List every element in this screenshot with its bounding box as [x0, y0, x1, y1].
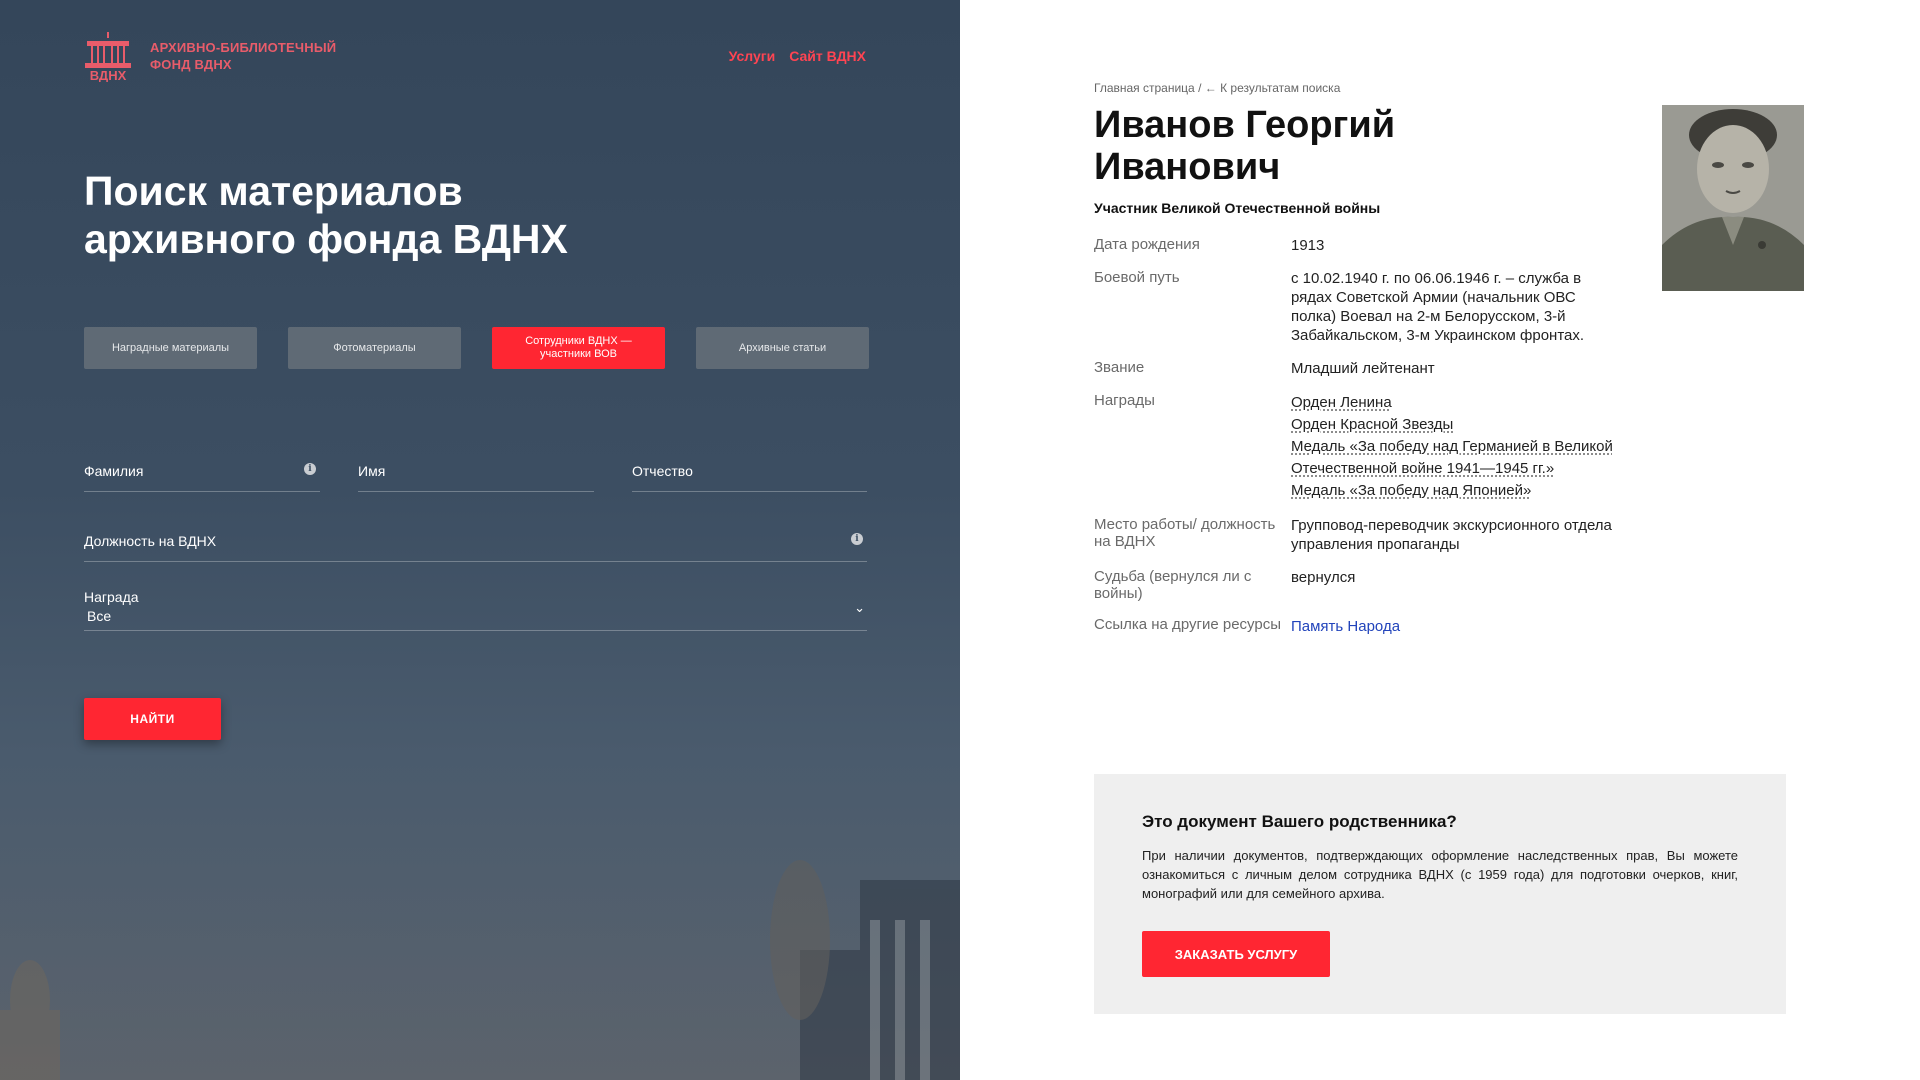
info-value: 1913 — [1291, 237, 1325, 254]
info-key: Награды — [1094, 392, 1155, 409]
info-row-service: Боевой путь с 10.02.1940 г. по 06.06.194… — [1094, 269, 1614, 345]
nav-link-services[interactable]: Услуги — [729, 48, 776, 64]
tab-war-veterans[interactable]: Сотрудники ВДНХ — участники ВОВ — [492, 327, 665, 369]
person-photo — [1662, 105, 1804, 291]
person-detail-panel: Главная страница / ← К результатам поиск… — [960, 0, 1920, 1080]
info-key: Боевой путь — [1094, 269, 1180, 286]
award-label: Награда — [84, 589, 139, 605]
patronymic-label: Отчество — [632, 463, 693, 479]
find-button[interactable]: НАЙТИ — [84, 698, 221, 740]
info-value: Память Народа — [1291, 616, 1614, 638]
awards-list: Орден Ленина Орден Красной Звезды Медаль… — [1291, 392, 1614, 502]
name-field[interactable]: Имя — [358, 455, 594, 492]
card-title: Это документ Вашего родственника? — [1142, 812, 1457, 831]
info-row-links: Ссылка на другие ресурсы Память Народа — [1094, 616, 1614, 638]
relative-request-card: Это документ Вашего родственника? При на… — [1094, 774, 1786, 1014]
page-title: Поиск материалов архивного фонда ВДНХ — [84, 168, 568, 262]
top-nav: Услуги Сайт ВДНХ — [729, 48, 866, 64]
award-link[interactable]: Медаль «За победу над Японией» — [1291, 480, 1614, 502]
info-icon[interactable]: i — [851, 533, 863, 545]
category-tabs: Наградные материалы Фотоматериалы Сотруд… — [84, 327, 869, 369]
info-key: Место работы/ должность на ВДНХ — [1094, 516, 1276, 550]
nav-link-vdnh-site[interactable]: Сайт ВДНХ — [789, 48, 866, 64]
info-row-fate: Судьба (вернулся ли с войны) вернулся — [1094, 568, 1614, 602]
logo-title: АРХИВНО-БИБЛИОТЕЧНЫЙ ФОНД ВДНХ — [150, 40, 337, 72]
surname-field[interactable]: Фамилия i — [84, 455, 320, 492]
info-key: Звание — [1094, 359, 1145, 376]
card-text: При наличии документов, подтверждающих о… — [1142, 848, 1738, 901]
award-link[interactable]: Орден Ленина — [1291, 392, 1614, 414]
info-row-awards: Награды Орден Ленина Орден Красной Звезд… — [1094, 392, 1614, 502]
info-value: Младший лейтенант — [1291, 360, 1435, 377]
tab-archive-articles[interactable]: Архивные статьи — [696, 327, 869, 369]
patronymic-field[interactable]: Отчество — [632, 455, 867, 492]
award-selected-value: Все — [87, 608, 112, 624]
info-key: Дата рождения — [1094, 236, 1200, 253]
award-link[interactable]: Орден Красной Звезды — [1291, 414, 1614, 436]
name-label: Имя — [358, 463, 386, 479]
award-select[interactable]: Награда Все ⌄ — [84, 583, 867, 631]
tab-photo-materials[interactable]: Фотоматериалы — [288, 327, 461, 369]
search-panel: ВДНХ АРХИВНО-БИБЛИОТЕЧНЫЙ ФОНД ВДНХ Услу… — [0, 0, 960, 1080]
breadcrumb-separator: / — [1198, 81, 1205, 95]
info-row-rank: Звание Младший лейтенант — [1094, 359, 1614, 378]
position-field[interactable]: Должность на ВДНХ i — [84, 525, 867, 562]
info-key: Судьба (вернулся ли с войны) — [1094, 568, 1252, 602]
site-logo[interactable]: ВДНХ АРХИВНО-БИБЛИОТЕЧНЫЙ ФОНД ВДНХ — [84, 30, 336, 82]
info-value: вернулся — [1291, 569, 1356, 586]
person-info: Дата рождения 1913 Боевой путь с 10.02.1… — [1094, 236, 1614, 652]
svg-text:ВДНХ: ВДНХ — [90, 68, 127, 82]
breadcrumb: Главная страница / ← К результатам поиск… — [1094, 81, 1340, 95]
pavilion-silhouette-image — [0, 760, 960, 1080]
info-key: Ссылка на другие ресурсы — [1094, 616, 1281, 633]
award-link[interactable]: Медаль «За победу над Германией в Велико… — [1291, 436, 1614, 480]
chevron-down-icon[interactable]: ⌄ — [854, 600, 865, 616]
info-row-birth: Дата рождения 1913 — [1094, 236, 1614, 255]
position-label: Должность на ВДНХ — [84, 533, 217, 549]
tab-award-materials[interactable]: Наградные материалы — [84, 327, 257, 369]
order-service-button[interactable]: ЗАКАЗАТЬ УСЛУГУ — [1142, 931, 1330, 977]
person-name: Иванов Георгий Иванович — [1094, 104, 1396, 188]
portrait-image — [1662, 105, 1804, 291]
info-value: Групповод-переводчик экскурсионного отде… — [1291, 517, 1612, 553]
breadcrumb-home-link[interactable]: Главная страница — [1094, 81, 1195, 95]
surname-label: Фамилия — [84, 463, 144, 479]
breadcrumb-back-link[interactable]: ← К результатам поиска — [1205, 81, 1341, 95]
memory-of-people-link[interactable]: Память Народа — [1291, 616, 1614, 638]
vdnh-logo-icon: ВДНХ — [85, 32, 131, 82]
person-subtitle: Участник Великой Отечественной войны — [1094, 200, 1381, 216]
info-icon[interactable]: i — [304, 463, 316, 475]
info-value: с 10.02.1940 г. по 06.06.1946 г. – служб… — [1291, 270, 1585, 344]
info-row-work: Место работы/ должность на ВДНХ Группово… — [1094, 516, 1614, 554]
